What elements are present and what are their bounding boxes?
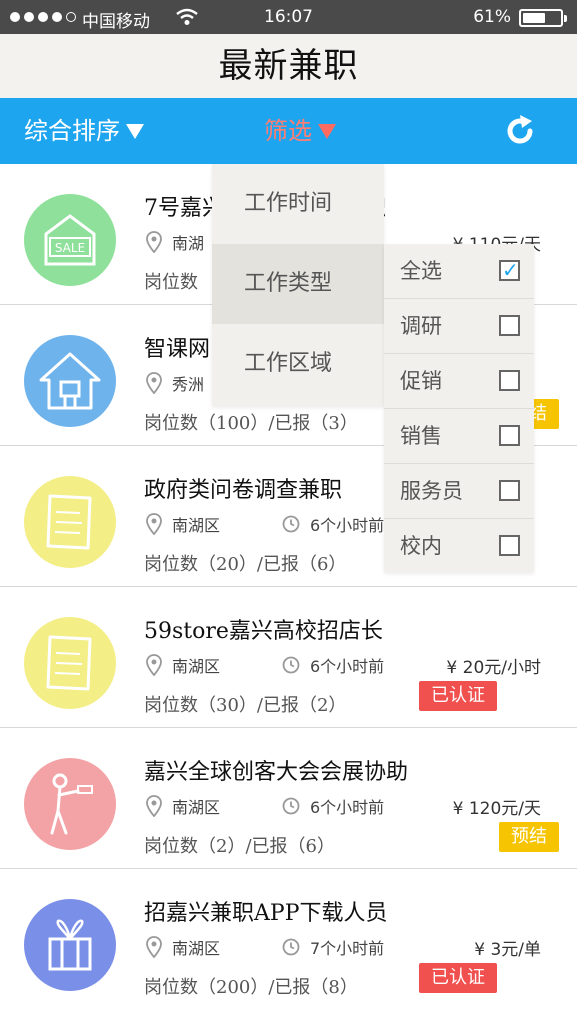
sale-sign-icon: SALE — [44, 214, 96, 266]
gift-icon — [48, 919, 92, 971]
job-list-item[interactable]: 招嘉兴兼职APP下载人员 南湖区 7个小时前 ¥ 3元/单 岗位数（200）/已… — [0, 869, 577, 1010]
paper-icon — [46, 494, 92, 550]
job-list-item[interactable]: 59store嘉兴高校招店长 南湖区 6个小时前 ¥ 20元/小时 岗位数（30… — [0, 587, 577, 728]
filter-category-menu: 工作时间 工作类型 工作区域 — [212, 164, 384, 406]
checkbox[interactable] — [499, 256, 520, 284]
job-avatar — [24, 335, 116, 427]
type-option-select-all[interactable]: 全选 — [384, 244, 534, 299]
filter-category-time[interactable]: 工作时间 — [212, 164, 384, 244]
job-posted-time: 6个小时前 — [282, 512, 384, 536]
job-posted-time: 6个小时前 — [282, 794, 384, 818]
job-location: 南湖区 — [146, 794, 220, 818]
job-avatar — [24, 758, 116, 850]
checkbox[interactable] — [499, 370, 520, 391]
location-pin-icon — [146, 795, 162, 817]
page-title: 最新兼职 — [218, 46, 359, 86]
filter-dropdown[interactable]: 筛选 — [264, 98, 336, 164]
type-option-waiter[interactable]: 服务员 — [384, 464, 534, 519]
job-location: 南湖区 — [146, 512, 220, 536]
filter-label: 筛选 — [264, 117, 312, 145]
filter-category-area[interactable]: 工作区域 — [212, 324, 384, 404]
battery-icon — [519, 9, 567, 27]
job-quota: 岗位数（2）/已报（6） — [144, 836, 335, 857]
clock-icon — [282, 938, 300, 956]
clock-icon — [282, 797, 300, 815]
location-pin-icon — [146, 513, 162, 535]
job-location: 南湖区 — [146, 653, 220, 677]
app-header: 最新兼职 — [0, 34, 577, 98]
refresh-icon[interactable] — [503, 114, 537, 148]
job-quota: 岗位数（20）/已报（6） — [144, 554, 347, 575]
job-pay: ¥ 3元/单 — [474, 940, 541, 960]
job-title: 59store嘉兴高校招店长 — [144, 619, 383, 644]
battery-percent: 61% — [473, 7, 511, 27]
job-title: 招嘉兴兼职APP下载人员 — [144, 901, 388, 926]
clock-icon — [282, 656, 300, 674]
checkbox[interactable] — [499, 535, 520, 556]
caret-down-icon — [318, 123, 336, 139]
flyer-person-icon — [50, 773, 93, 835]
verified-badge: 已认证 — [419, 681, 497, 711]
filter-type-options: 全选 调研 促销 销售 服务员 校内 — [384, 244, 534, 572]
job-location: 南湖 — [146, 230, 204, 254]
job-pay: ¥ 120元/天 — [452, 799, 541, 819]
job-avatar — [24, 476, 116, 568]
checkbox[interactable] — [499, 315, 520, 336]
type-option-promotion[interactable]: 促销 — [384, 354, 534, 409]
job-posted-time: 7个小时前 — [282, 935, 384, 959]
type-option-campus[interactable]: 校内 — [384, 519, 534, 574]
job-location: 秀洲 — [146, 371, 204, 395]
job-quota: 岗位数 — [144, 272, 198, 293]
location-pin-icon — [146, 936, 162, 958]
verified-badge: 已认证 — [419, 963, 497, 993]
job-location: 南湖区 — [146, 935, 220, 959]
location-pin-icon — [146, 231, 162, 253]
job-quota: 岗位数（30）/已报（2） — [144, 695, 347, 716]
checkbox[interactable] — [499, 480, 520, 501]
job-posted-time: 6个小时前 — [282, 653, 384, 677]
job-avatar: SALE — [24, 194, 116, 286]
sort-dropdown[interactable]: 综合排序 — [24, 98, 144, 164]
job-pay: ¥ 20元/小时 — [446, 658, 541, 678]
type-option-research[interactable]: 调研 — [384, 299, 534, 354]
job-avatar — [24, 617, 116, 709]
caret-down-icon — [126, 123, 144, 139]
sort-label: 综合排序 — [24, 117, 120, 145]
job-list-item[interactable]: 嘉兴全球创客大会会展协助 南湖区 6个小时前 ¥ 120元/天 岗位数（2）/已… — [0, 728, 577, 869]
job-title: 智课网 — [144, 337, 211, 362]
house-icon — [39, 352, 101, 410]
job-title: 嘉兴全球创客大会会展协助 — [144, 760, 409, 785]
job-quota: 岗位数（100）/已报（3） — [144, 413, 358, 434]
svg-text:SALE: SALE — [55, 241, 85, 255]
filter-toolbar: 综合排序 筛选 — [0, 98, 577, 164]
status-bar: 中国移动 16:07 61% — [0, 0, 577, 34]
job-quota: 岗位数（200）/已报（8） — [144, 977, 358, 998]
checkbox[interactable] — [499, 425, 520, 446]
clock-icon — [282, 515, 300, 533]
filter-category-type[interactable]: 工作类型 — [212, 244, 384, 324]
type-option-sales[interactable]: 销售 — [384, 409, 534, 464]
job-avatar — [24, 899, 116, 991]
location-pin-icon — [146, 654, 162, 676]
status-badge: 预结 — [499, 822, 559, 852]
location-pin-icon — [146, 372, 162, 394]
paper-icon — [46, 635, 92, 691]
job-title: 政府类问卷调查兼职 — [144, 478, 343, 503]
